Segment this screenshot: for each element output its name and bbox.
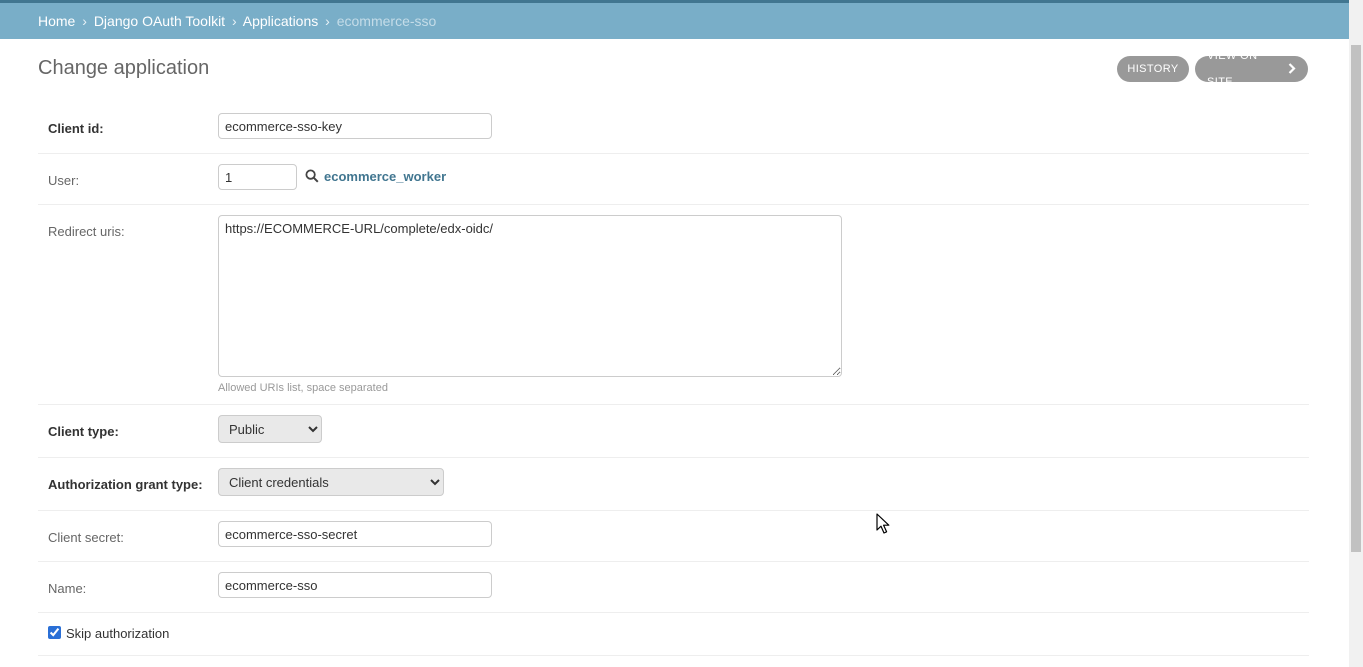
client-secret-label: Client secret: (48, 530, 124, 545)
breadcrumb-app-link[interactable]: Django OAuth Toolkit (94, 13, 225, 29)
breadcrumb: Home › Django OAuth Toolkit › Applicatio… (0, 3, 1349, 39)
search-icon[interactable] (305, 169, 319, 183)
name-input[interactable] (218, 572, 492, 598)
view-on-site-button[interactable]: VIEW ON SITE (1195, 50, 1308, 88)
chevron-right-icon (1288, 56, 1296, 82)
breadcrumb-model-link[interactable]: Applications (243, 13, 319, 29)
user-label: User: (48, 173, 80, 188)
grant-type-label: Authorization grant type: (48, 477, 203, 492)
client-id-input[interactable] (218, 113, 492, 139)
history-button-label: HISTORY (1127, 63, 1179, 75)
form-row-client-secret: Client secret: (38, 511, 1309, 562)
form-row-grant-type: Authorization grant type: Client credent… (38, 458, 1309, 511)
form-row-user: User: ecommerce_worker (38, 154, 1309, 205)
history-button[interactable]: HISTORY (1117, 56, 1189, 82)
grant-type-select[interactable]: Client credentials (218, 468, 444, 496)
form-row-redirect-uris: Redirect uris: https://ECOMMERCE-URL/com… (38, 205, 1309, 405)
breadcrumb-separator: › (325, 13, 330, 29)
user-display-link[interactable]: ecommerce_worker (324, 169, 446, 184)
client-id-label: Client id: (48, 121, 104, 136)
form-row-client-id: Client id: (38, 101, 1309, 154)
breadcrumb-home-link[interactable]: Home (38, 13, 75, 29)
redirect-uris-label: Redirect uris: (48, 224, 125, 239)
change-form: Client id: User: ecommerce_worker Redire… (38, 101, 1309, 656)
client-type-label: Client type: (48, 424, 119, 439)
object-tools: HISTORY VIEW ON SITE (1117, 50, 1308, 88)
mouse-cursor-icon (876, 513, 890, 535)
form-row-skip-authorization: Skip authorization (38, 613, 1309, 656)
skip-authorization-checkbox[interactable] (48, 626, 61, 639)
redirect-uris-help: Allowed URIs list, space separated (218, 382, 388, 394)
name-label: Name: (48, 581, 87, 596)
page-title: Change application (38, 57, 210, 79)
breadcrumb-separator: › (82, 13, 87, 29)
client-secret-input[interactable] (218, 521, 492, 547)
user-id-input[interactable] (218, 164, 297, 190)
client-type-select[interactable]: Public (218, 415, 322, 443)
vertical-scrollbar[interactable] (1349, 0, 1363, 667)
breadcrumb-separator: › (231, 13, 237, 29)
form-row-client-type: Client type: Public (38, 405, 1309, 458)
redirect-uris-textarea[interactable]: https://ECOMMERCE-URL/complete/edx-oidc/ (218, 215, 842, 377)
skip-authorization-label[interactable]: Skip authorization (66, 626, 169, 641)
breadcrumb-current: ecommerce-sso (336, 13, 437, 29)
view-on-site-label: VIEW ON SITE (1207, 50, 1258, 88)
form-row-name: Name: (38, 562, 1309, 613)
scrollbar-thumb[interactable] (1351, 45, 1361, 552)
